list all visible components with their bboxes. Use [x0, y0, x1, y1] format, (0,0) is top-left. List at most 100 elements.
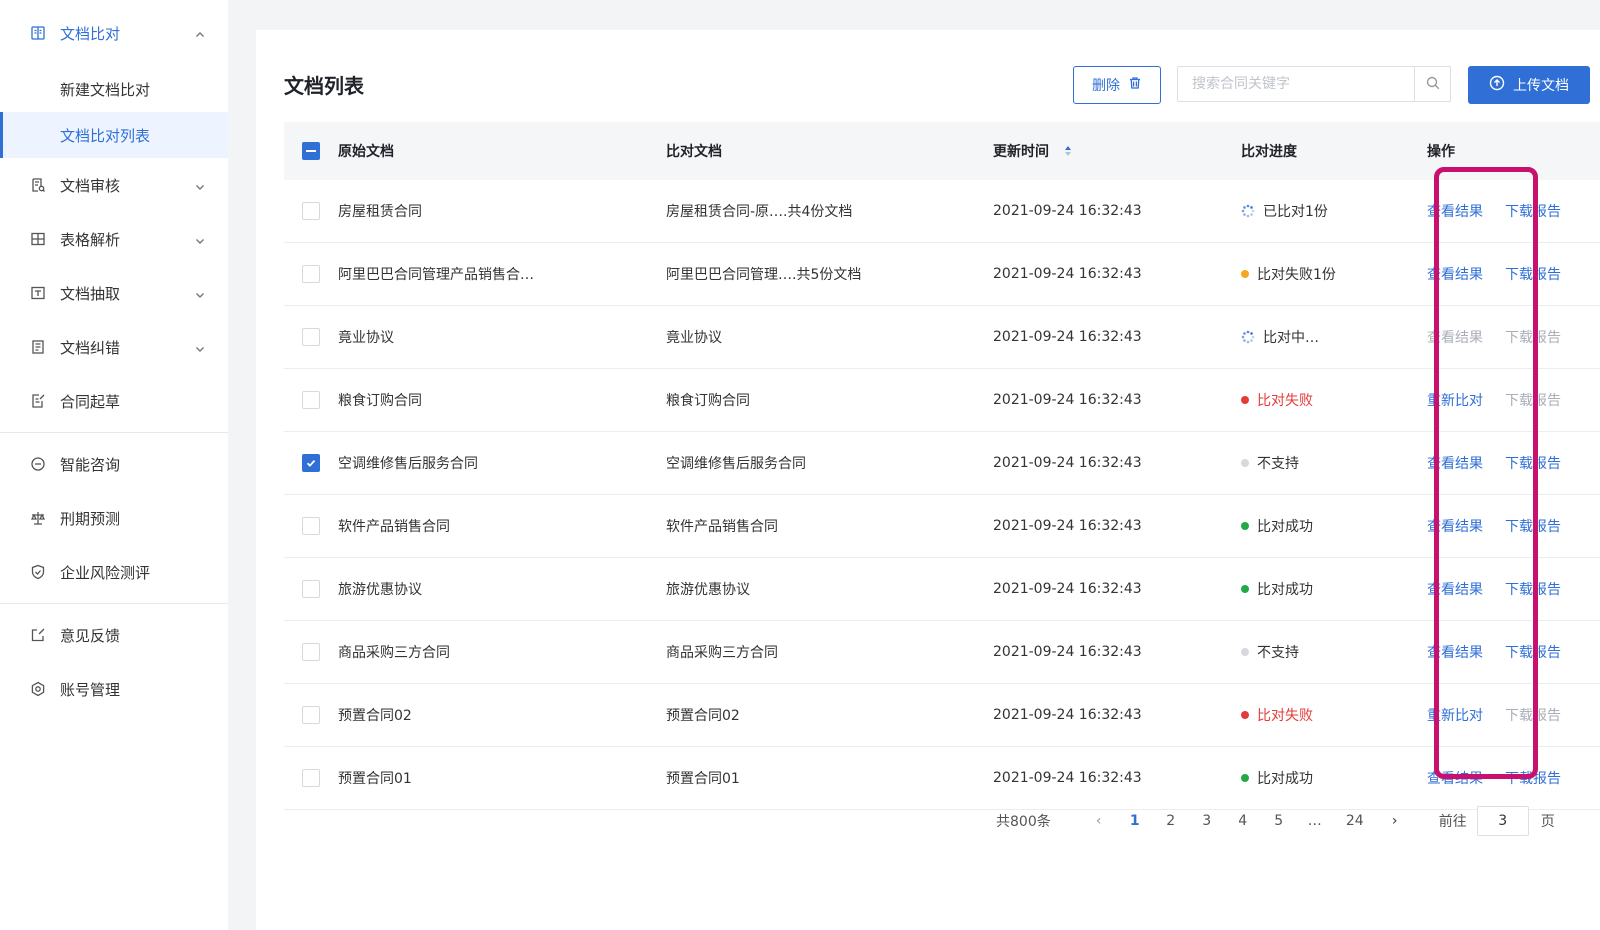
correction-icon [30, 339, 46, 355]
recompare-link[interactable]: 重新比对 [1427, 390, 1483, 410]
updated-time: 2021-09-24 16:32:43 [993, 581, 1142, 597]
status-text: 不支持 [1257, 456, 1299, 472]
progress-cell: 比对失败1份 [1241, 264, 1427, 284]
compare-doc-name: 粮食订购合同 [666, 393, 750, 409]
compare-doc-icon [30, 25, 46, 41]
page-number[interactable]: 3 [1189, 813, 1225, 829]
pagination-total: 共800条 [996, 814, 1051, 830]
row-checkbox-cell [284, 328, 338, 346]
view-result-link[interactable]: 查看结果 [1427, 642, 1483, 662]
page-number[interactable]: 4 [1225, 813, 1261, 829]
row-checkbox[interactable] [302, 517, 320, 535]
progress-status: 比对失败1份 [1241, 264, 1427, 284]
row-checkbox-cell [284, 265, 338, 283]
table-icon [30, 231, 46, 247]
sidebar-item-correction[interactable]: 文档纠错 [0, 320, 228, 374]
progress-cell: 比对失败 [1241, 390, 1427, 410]
draft-icon [30, 393, 46, 409]
progress-status: 不支持 [1241, 453, 1427, 473]
sidebar-item-gear[interactable]: 账号管理 [0, 662, 228, 716]
row-checkbox[interactable] [302, 202, 320, 220]
page-suffix: 页 [1540, 814, 1555, 830]
page-list: 1 2 3 4 5 … 24 [1117, 813, 1377, 829]
view-result-link[interactable]: 查看结果 [1427, 264, 1483, 284]
ops-cell: 查看结果 下载报告 [1427, 201, 1600, 221]
search-icon [1426, 75, 1440, 94]
row-checkbox[interactable] [302, 328, 320, 346]
sidebar-subitem[interactable]: 文档比对列表 [0, 112, 228, 158]
status-text: 比对成功 [1257, 582, 1313, 598]
table-row: 旅游优惠协议 旅游优惠协议 2021-09-24 16:32:43 比对成功 查看结果 下… [284, 558, 1600, 621]
page-number[interactable]: 1 [1117, 813, 1153, 829]
view-result-link[interactable]: 查看结果 [1427, 768, 1483, 788]
sidebar-item-scale[interactable]: 刑期预测 [0, 491, 228, 545]
next-page-icon[interactable]: › [1377, 813, 1413, 829]
sidebar-item-chat[interactable]: 智能咨询 [0, 437, 228, 491]
ops-cell: 查看结果 下载报告 [1427, 516, 1600, 536]
row-checkbox[interactable] [302, 454, 320, 472]
sidebar-item-compare-doc[interactable]: 文档比对 [0, 0, 228, 66]
upload-button[interactable]: 上传文档 [1468, 66, 1590, 104]
sidebar-item-draft[interactable]: 合同起草 [0, 374, 228, 428]
sidebar-item-table[interactable]: 表格解析 [0, 212, 228, 266]
row-checkbox[interactable] [302, 580, 320, 598]
download-report-link[interactable]: 下载报告 [1505, 264, 1561, 284]
sort-icon[interactable] [1064, 145, 1072, 160]
table-row: 房屋租赁合同 房屋租赁合同-原….共4份文档 2021-09-24 16:32:43… [284, 180, 1600, 243]
row-checkbox[interactable] [302, 706, 320, 724]
table-row: 软件产品销售合同 软件产品销售合同 2021-09-24 16:32:43 比对成功 查… [284, 495, 1600, 558]
download-report-link[interactable]: 下载报告 [1505, 642, 1561, 662]
download-report-link[interactable]: 下载报告 [1505, 516, 1561, 536]
delete-button-label: 删除 [1092, 78, 1120, 94]
download-report-link[interactable]: 下载报告 [1505, 768, 1561, 788]
updated-time: 2021-09-24 16:32:43 [993, 392, 1142, 408]
download-report-link[interactable]: 下载报告 [1505, 453, 1561, 473]
sidebar-item-review-doc[interactable]: 文档审核 [0, 158, 228, 212]
goto-page-input[interactable] [1476, 806, 1529, 836]
page-number[interactable]: 5 [1261, 813, 1297, 829]
row-checkbox[interactable] [302, 391, 320, 409]
chevron-down-icon [194, 341, 206, 353]
status-text: 不支持 [1257, 645, 1299, 661]
row-checkbox[interactable] [302, 769, 320, 787]
trash-icon [1128, 76, 1142, 94]
ops-cell: 查看结果 下载报告 [1427, 642, 1600, 662]
ops-cell: 查看结果 下载报告 [1427, 264, 1600, 284]
download-report-link[interactable]: 下载报告 [1505, 201, 1561, 221]
page-title: 文档列表 [284, 74, 364, 98]
view-result-link[interactable]: 查看结果 [1427, 201, 1483, 221]
view-result-link[interactable]: 查看结果 [1427, 516, 1483, 536]
select-all-checkbox[interactable] [302, 142, 320, 160]
sidebar-item-shield[interactable]: 企业风险测评 [0, 545, 228, 599]
original-doc-name: 阿里巴巴合同管理产品销售合… [338, 267, 534, 283]
recompare-link[interactable]: 重新比对 [1427, 705, 1483, 725]
page-number[interactable]: 24 [1333, 813, 1377, 829]
sidebar-item-extract[interactable]: 文档抽取 [0, 266, 228, 320]
compare-doc-name: 商品采购三方合同 [666, 645, 778, 661]
header-updated[interactable]: 更新时间 [993, 141, 1241, 161]
header-ops: 操作 [1427, 144, 1455, 160]
view-result-link[interactable]: 查看结果 [1427, 579, 1483, 599]
view-result-link[interactable]: 查看结果 [1427, 453, 1483, 473]
header-compare: 比对文档 [666, 144, 722, 160]
page-number[interactable]: 2 [1153, 813, 1189, 829]
original-doc-name: 软件产品销售合同 [338, 519, 450, 535]
progress-cell: 比对成功 [1241, 768, 1427, 788]
row-checkbox[interactable] [302, 265, 320, 283]
download-report-link[interactable]: 下载报告 [1505, 579, 1561, 599]
view-result-link: 查看结果 [1427, 330, 1483, 346]
row-checkbox-cell [284, 517, 338, 535]
compare-doc-name: 空调维修售后服务合同 [666, 456, 806, 472]
status-dot-icon [1241, 459, 1249, 467]
sidebar-item-feedback[interactable]: 意见反馈 [0, 608, 228, 662]
delete-button[interactable]: 删除 [1073, 66, 1161, 104]
row-checkbox[interactable] [302, 643, 320, 661]
shield-icon [30, 564, 46, 580]
sidebar-subitem[interactable]: 新建文档比对 [0, 66, 228, 112]
progress-status: 比对成功 [1241, 579, 1427, 599]
table-body: 房屋租赁合同 房屋租赁合同-原….共4份文档 2021-09-24 16:32:43… [284, 180, 1600, 810]
search-input[interactable] [1178, 67, 1414, 101]
prev-page-icon[interactable]: ‹ [1081, 813, 1117, 829]
ops-cell: 查看结果 下载报告 [1427, 579, 1600, 599]
search-button[interactable] [1414, 67, 1450, 101]
